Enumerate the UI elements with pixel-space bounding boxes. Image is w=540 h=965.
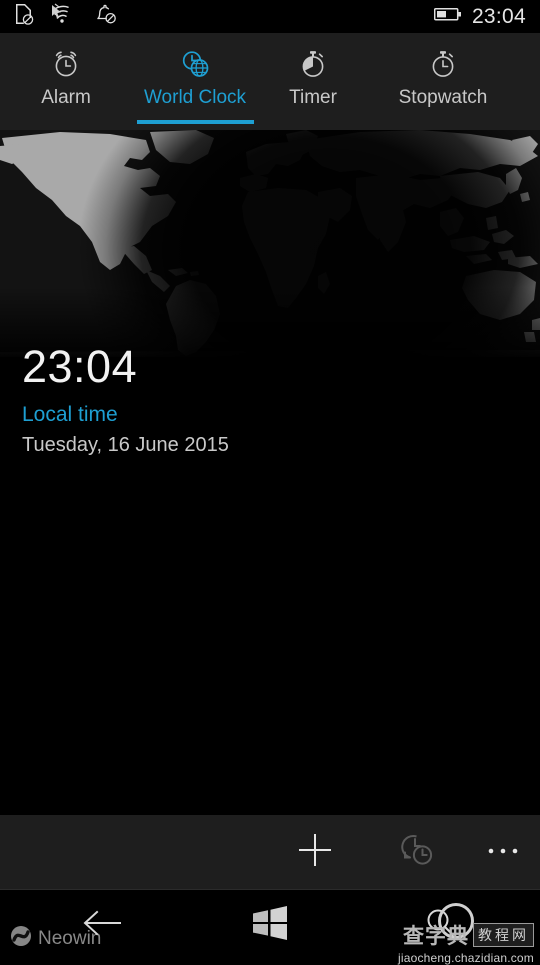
sim-card-off-icon bbox=[14, 3, 34, 30]
battery-icon bbox=[433, 7, 462, 27]
neowin-watermark-text: Neowin bbox=[38, 927, 102, 949]
windows-logo-icon bbox=[250, 905, 290, 946]
world-clock-icon bbox=[178, 47, 212, 81]
neowin-logo-icon bbox=[10, 925, 32, 952]
start-button[interactable] bbox=[220, 891, 320, 960]
chazidian-box-text: 教程网 bbox=[473, 923, 534, 947]
chazidian-watermark-row: 查字典 教程网 bbox=[403, 920, 534, 950]
tab-timer-label: Timer bbox=[289, 87, 337, 108]
add-clock-button[interactable] bbox=[278, 815, 352, 890]
tab-stopwatch[interactable]: Stopwatch bbox=[368, 47, 518, 109]
status-right-cluster: 23:04 bbox=[433, 4, 526, 29]
clock-entry-local[interactable]: 23:04 Local time Tuesday, 16 June 2015 bbox=[0, 340, 540, 457]
tab-timer[interactable]: Timer bbox=[258, 47, 368, 109]
compare-clocks-icon bbox=[397, 830, 437, 875]
clock-time: 23:04 bbox=[22, 341, 138, 392]
more-button[interactable] bbox=[466, 815, 540, 890]
pivot-tab-bar: Alarm World Clock Timer Stopwatch bbox=[0, 33, 540, 130]
tab-stopwatch-label: Stopwatch bbox=[398, 87, 488, 108]
status-bar: 23:04 bbox=[0, 0, 540, 33]
compare-clocks-button[interactable] bbox=[380, 815, 454, 890]
timer-icon bbox=[297, 47, 329, 81]
chazidian-watermark: 查字典 教程网 jiaocheng.chazidian.com bbox=[398, 920, 534, 965]
world-day-night-map bbox=[0, 130, 540, 357]
app-bar bbox=[0, 815, 540, 890]
notifications-off-icon bbox=[94, 3, 118, 30]
tab-alarm[interactable]: Alarm bbox=[0, 47, 132, 109]
plus-icon bbox=[295, 830, 335, 875]
ellipsis-icon bbox=[483, 844, 523, 862]
tab-active-underline bbox=[136, 120, 254, 124]
mouse-cursor-icon bbox=[51, 5, 63, 19]
chazidian-main-text: 查字典 bbox=[403, 925, 469, 948]
phone-screen: 23:04 Alarm World Clock Timer Stopwatch … bbox=[0, 0, 540, 965]
stopwatch-icon bbox=[427, 47, 459, 81]
tab-world-clock[interactable]: World Clock bbox=[132, 47, 258, 124]
world-map-svg bbox=[0, 130, 540, 357]
clock-label: Local time bbox=[22, 403, 118, 426]
clock-list: 23:04 Local time Tuesday, 16 June 2015 bbox=[0, 340, 540, 457]
alarm-clock-icon bbox=[50, 47, 82, 81]
tab-alarm-label: Alarm bbox=[41, 87, 91, 108]
status-bar-clock: 23:04 bbox=[471, 4, 526, 28]
clock-date: Tuesday, 16 June 2015 bbox=[22, 434, 229, 456]
status-icons bbox=[14, 3, 118, 30]
chazidian-url-text: jiaocheng.chazidian.com bbox=[397, 951, 534, 965]
tab-world-clock-label: World Clock bbox=[143, 87, 247, 108]
neowin-watermark: Neowin bbox=[10, 925, 101, 952]
